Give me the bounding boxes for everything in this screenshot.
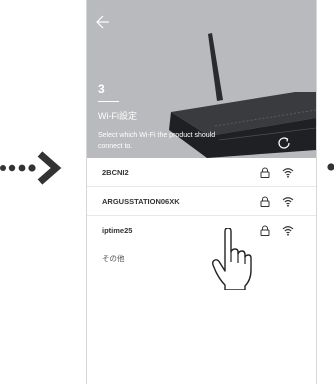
network-name: 2BCNI2 xyxy=(102,168,129,177)
network-list: 2BCNI2 ARGUSSTATION06XK iptime25 xyxy=(87,158,316,245)
page-title: Wi-Fi設定 xyxy=(98,111,137,121)
other-network-link[interactable]: その他 xyxy=(102,253,125,264)
refresh-icon[interactable] xyxy=(276,135,292,151)
lock-icon xyxy=(260,167,270,178)
phone-screen: 3 Wi-Fi設定 Select which Wi-Fi the product… xyxy=(86,0,317,384)
page-description: Select which Wi-Fi the product should co… xyxy=(98,132,216,150)
wifi-setup-header: 3 Wi-Fi設定 Select which Wi-Fi the product… xyxy=(87,0,316,158)
lock-icon xyxy=(260,225,270,236)
network-name: ARGUSSTATION06XK xyxy=(102,197,180,206)
flow-dot-right-icon xyxy=(327,163,334,171)
flow-arrow-left-icon xyxy=(0,151,62,185)
back-arrow-icon[interactable] xyxy=(95,14,111,30)
wifi-icon xyxy=(282,226,294,236)
lock-icon xyxy=(260,196,270,207)
step-divider xyxy=(98,101,119,102)
network-row[interactable]: 2BCNI2 xyxy=(87,158,316,187)
network-row[interactable]: ARGUSSTATION06XK xyxy=(87,187,316,216)
network-name: iptime25 xyxy=(102,226,133,235)
network-row[interactable]: iptime25 xyxy=(87,216,316,245)
hand-pointer-icon xyxy=(212,228,252,290)
wifi-icon xyxy=(282,168,294,178)
wifi-icon xyxy=(282,197,294,207)
step-number: 3 xyxy=(98,82,105,96)
